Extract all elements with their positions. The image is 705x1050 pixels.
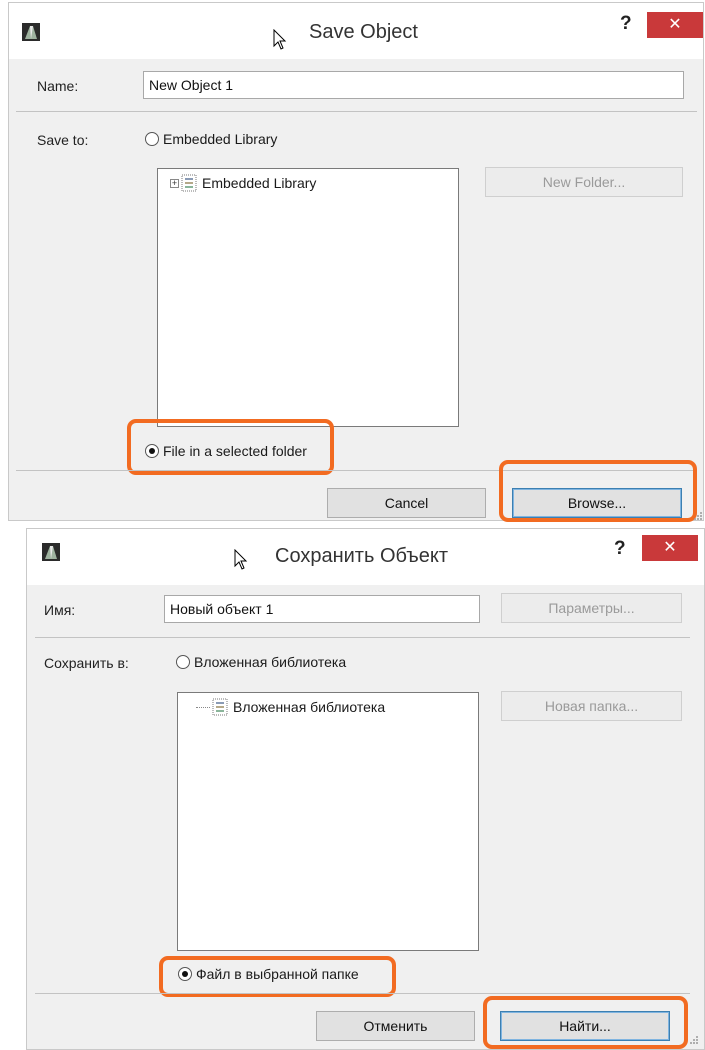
tree-node-embedded-library[interactable]: + Embedded Library — [170, 174, 316, 192]
close-button[interactable]: ✕ — [647, 12, 703, 38]
title-bar: Save Object ? ✕ — [9, 3, 703, 59]
name-label: Имя: — [44, 602, 76, 618]
resize-grip-icon[interactable] — [689, 1032, 699, 1044]
new-folder-button[interactable]: Новая папка... — [501, 691, 682, 721]
library-tree[interactable]: Вложенная библиотека — [177, 692, 479, 951]
name-field[interactable]: Новый объект 1 — [164, 595, 480, 623]
close-button[interactable]: ✕ — [642, 535, 698, 561]
radio-label: Вложенная библиотека — [194, 654, 347, 670]
library-folder-icon — [181, 174, 197, 192]
name-label: Name: — [37, 78, 79, 94]
save-to-label: Сохранить в: — [44, 655, 129, 671]
dialog-title: Save Object — [309, 21, 418, 43]
mouse-cursor-icon — [273, 28, 287, 51]
archicad-app-icon — [42, 543, 60, 561]
tree-node-embedded-library[interactable]: Вложенная библиотека — [196, 698, 385, 716]
separator — [35, 993, 690, 994]
separator — [35, 637, 690, 638]
help-button[interactable]: ? — [620, 13, 632, 35]
tree-connector — [196, 706, 210, 708]
separator — [16, 111, 697, 112]
highlight-browse-button — [499, 460, 697, 522]
embedded-library-radio[interactable]: Вложенная библиотека — [176, 654, 346, 670]
highlight-file-radio — [127, 419, 334, 475]
tree-expand-icon[interactable]: + — [170, 178, 179, 188]
library-folder-icon — [212, 698, 228, 716]
embedded-library-radio[interactable]: Embedded Library — [145, 131, 277, 147]
help-button[interactable]: ? — [614, 538, 626, 560]
params-button[interactable]: Параметры... — [501, 593, 682, 623]
tree-node-label: Embedded Library — [202, 175, 317, 191]
save-to-label: Save to: — [37, 132, 89, 148]
new-folder-button[interactable]: New Folder... — [485, 167, 683, 197]
library-tree[interactable]: + Embedded Library — [157, 168, 459, 427]
cancel-button[interactable]: Cancel — [327, 488, 486, 518]
save-object-dialog-ru: Сохранить Объект ? ✕ Имя: Новый объект 1… — [26, 528, 705, 1050]
radio-unchecked-icon — [176, 655, 190, 669]
dialog-title: Сохранить Объект — [275, 545, 449, 567]
radio-label: Embedded Library — [163, 131, 278, 147]
name-field[interactable]: New Object 1 — [143, 71, 684, 99]
tree-node-label: Вложенная библиотека — [233, 699, 386, 715]
radio-unchecked-icon — [145, 132, 159, 146]
title-bar: Сохранить Объект ? ✕ — [27, 529, 704, 585]
highlight-file-radio — [159, 956, 396, 997]
highlight-browse-button — [483, 996, 688, 1049]
save-object-dialog-en: Save Object ? ✕ Name: New Object 1 Save … — [8, 2, 704, 522]
mouse-cursor-icon — [234, 548, 248, 571]
cancel-button[interactable]: Отменить — [316, 1011, 475, 1041]
resize-grip-icon[interactable] — [693, 508, 703, 520]
archicad-app-icon — [22, 23, 40, 41]
